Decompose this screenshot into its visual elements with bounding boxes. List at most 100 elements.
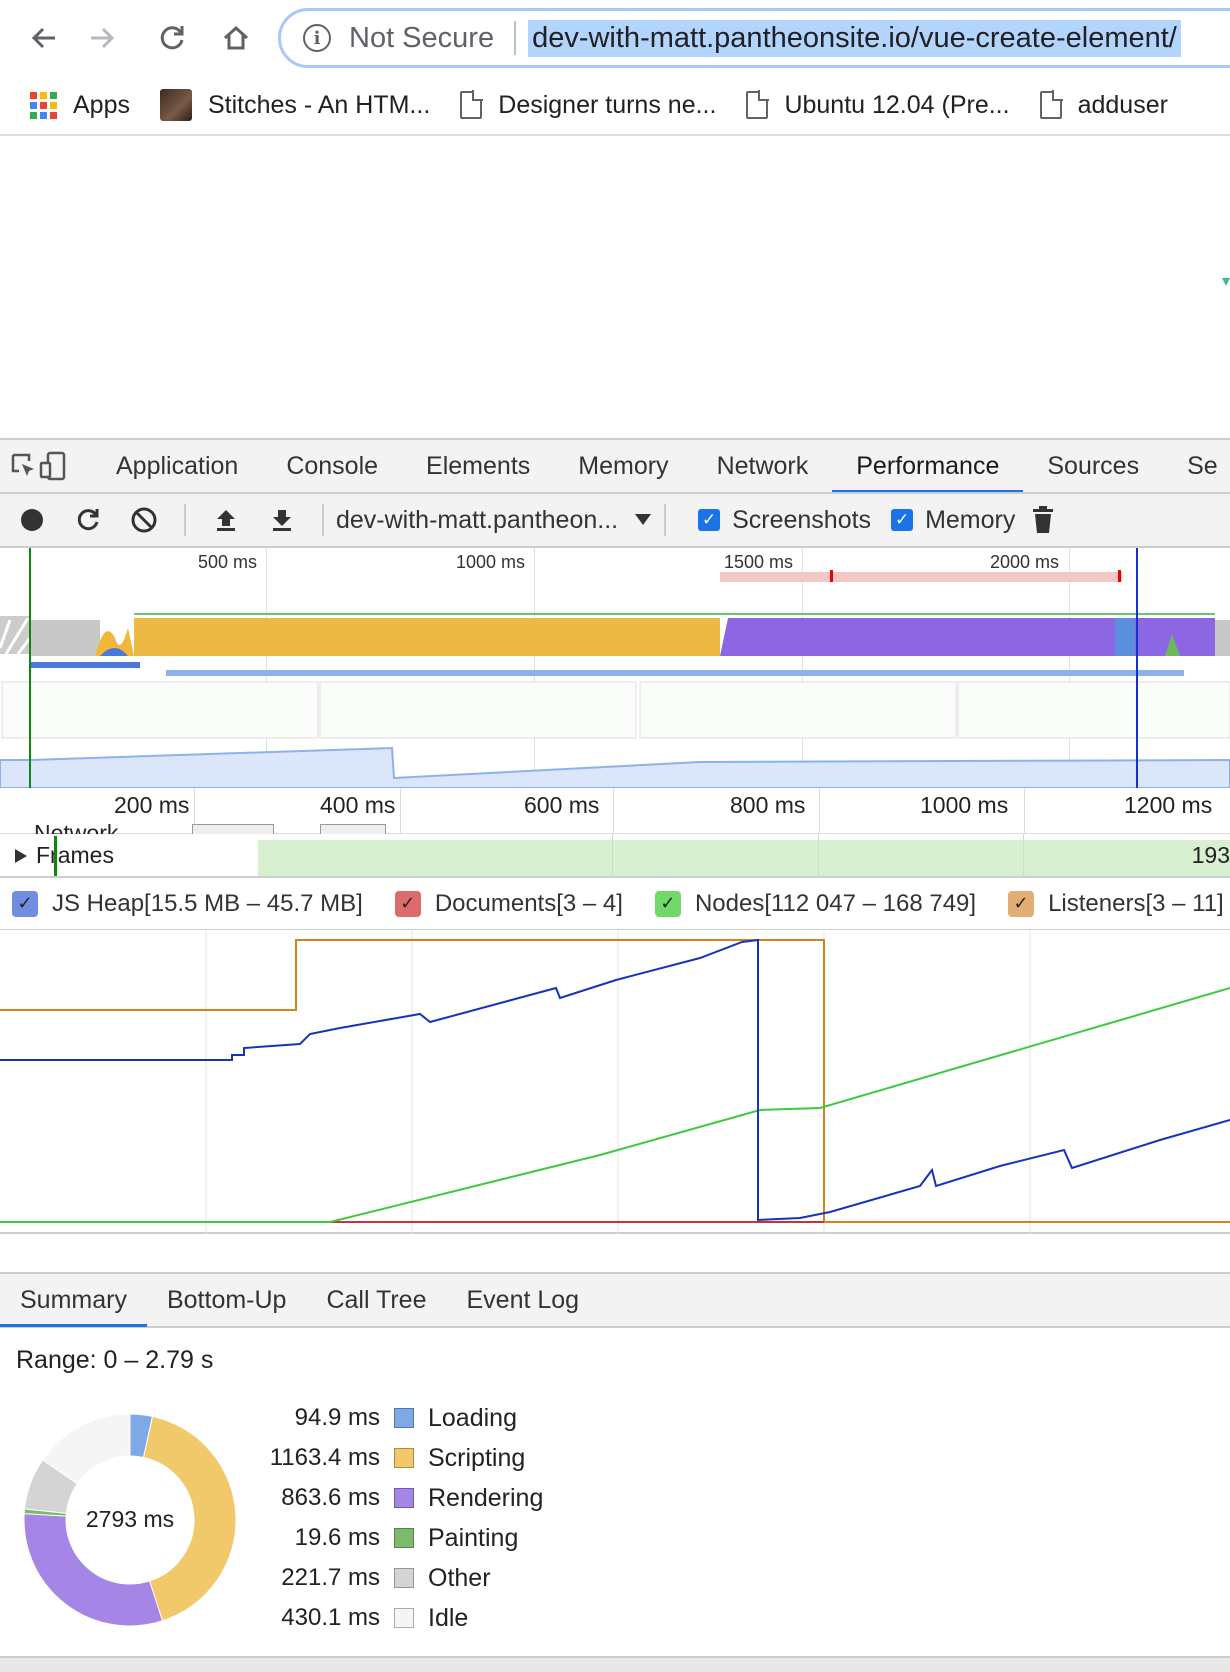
- inspect-element-button[interactable]: [10, 440, 38, 492]
- checkbox-checked-icon: ✓: [698, 509, 721, 531]
- frames-bar[interactable]: [258, 840, 1230, 876]
- bookmark-label: Apps: [73, 90, 130, 119]
- status-bar: [0, 1656, 1230, 1672]
- forward-arrow-icon: [91, 27, 115, 49]
- info-icon[interactable]: i: [303, 24, 331, 52]
- memory-counters-graph[interactable]: [0, 930, 1230, 1234]
- counter-label: JS Heap[15.5 MB – 45.7 MB]: [52, 889, 363, 917]
- collect-garbage-button[interactable]: [1015, 494, 1071, 546]
- counter-listeners[interactable]: ✓ Listeners[3 – 11]: [1008, 890, 1224, 918]
- tab-performance[interactable]: Performance: [832, 440, 1024, 492]
- counter-js-heap[interactable]: ✓ JS Heap[15.5 MB – 45.7 MB]: [12, 890, 363, 918]
- address-bar[interactable]: i Not Secure dev-with-matt.pantheonsite.…: [278, 8, 1230, 68]
- legend-value: 430.1 ms: [281, 1604, 380, 1631]
- back-button[interactable]: [20, 14, 68, 62]
- bookmark-apps[interactable]: Apps: [30, 91, 130, 120]
- tab-sources[interactable]: Sources: [1023, 440, 1163, 492]
- back-arrow-icon: [31, 27, 55, 49]
- tab-bottom-up[interactable]: Bottom-Up: [147, 1273, 306, 1327]
- bookmark-stitches[interactable]: Stitches - An HTM...: [159, 89, 430, 121]
- counters-chart: [0, 930, 1230, 1234]
- selection-start: [54, 836, 57, 876]
- legend-swatch: [394, 1608, 414, 1628]
- tab-network[interactable]: Network: [693, 440, 833, 492]
- device-toolbar-button[interactable]: [38, 440, 68, 492]
- tab-call-tree[interactable]: Call Tree: [306, 1273, 446, 1327]
- bookmark-ubuntu[interactable]: Ubuntu 12.04 (Pre...: [746, 90, 1010, 120]
- tab-event-log[interactable]: Event Log: [447, 1273, 600, 1327]
- forward-button[interactable]: [78, 14, 126, 62]
- download-icon: [273, 510, 291, 531]
- tab-memory[interactable]: Memory: [554, 440, 692, 492]
- tab-security[interactable]: Se: [1163, 440, 1230, 492]
- summary-legend: 94.9 ms Loading 1163.4 ms Scripting 863.…: [240, 1398, 544, 1638]
- document-icon: [1039, 90, 1063, 119]
- screenshots-label: Screenshots: [732, 505, 872, 534]
- frames-count: 193: [1191, 842, 1230, 868]
- frames-gridline: [818, 834, 819, 878]
- listeners-line: [0, 939, 1230, 1223]
- frames-gridline: [1023, 834, 1024, 878]
- reload-button[interactable]: [148, 14, 196, 62]
- tab-console[interactable]: Console: [262, 440, 402, 492]
- legend-value: 94.9 ms: [294, 1404, 380, 1431]
- browser-toolbar: i Not Secure dev-with-matt.pantheonsite.…: [0, 0, 1230, 76]
- bookmark-designer[interactable]: Designer turns ne...: [460, 90, 717, 120]
- details-tab-bar: Summary Bottom-Up Call Tree Event Log: [0, 1272, 1230, 1328]
- toolbar-divider: [322, 504, 324, 536]
- legend-swatch: [394, 1408, 414, 1428]
- network-track-peek[interactable]: Network: [14, 822, 414, 834]
- bookmark-adduser[interactable]: adduser: [1039, 90, 1168, 120]
- counter-label: Nodes[112 047 – 168 749]: [694, 889, 977, 917]
- bookmark-label: Ubuntu 12.04 (Pre...: [784, 90, 1010, 119]
- timeline-overview[interactable]: 500 ms 1000 ms 1500 ms 2000 ms: [0, 548, 1230, 788]
- range-label: Range: 0 – 2.79 s: [16, 1346, 214, 1374]
- home-button[interactable]: [212, 14, 260, 62]
- screenshots-checkbox[interactable]: ✓ Screenshots: [698, 506, 871, 535]
- cpu-scripting: [134, 618, 720, 656]
- fps-marker: [1118, 570, 1121, 582]
- ruler-gridline: [819, 788, 820, 834]
- clear-button[interactable]: [116, 494, 172, 546]
- tab-application[interactable]: Application: [92, 440, 262, 492]
- legend-value: 221.7 ms: [281, 1564, 380, 1591]
- avatar-thumbnail: [159, 89, 192, 121]
- network-bar: [30, 662, 140, 668]
- legend-row-rendering: 863.6 ms Rendering: [240, 1478, 543, 1518]
- cpu-other: [30, 620, 100, 656]
- fps-marker: [830, 570, 833, 582]
- bookmark-label: Designer turns ne...: [498, 90, 717, 119]
- legend-swatch: [394, 1448, 414, 1468]
- ruler-tick: 800 ms: [730, 792, 806, 818]
- frames-track[interactable]: Frames 193: [0, 834, 1230, 878]
- load-profile-button[interactable]: [198, 494, 254, 546]
- tab-summary[interactable]: Summary: [0, 1273, 147, 1327]
- profile-select-value: dev-with-matt.pantheon...: [336, 505, 619, 534]
- document-icon: [746, 90, 770, 119]
- reload-profile-button[interactable]: [60, 494, 116, 546]
- screenshot-frame: [957, 681, 1230, 739]
- legend-row-loading: 94.9 ms Loading: [240, 1398, 543, 1438]
- memory-checkbox[interactable]: ✓ Memory: [891, 506, 1015, 535]
- device-mode-icon: [39, 451, 66, 481]
- legend-row-painting: 19.6 ms Painting: [240, 1518, 543, 1558]
- bookmark-label: adduser: [1077, 90, 1168, 119]
- network-track-label: Network: [34, 822, 118, 834]
- tab-elements[interactable]: Elements: [402, 440, 554, 492]
- legend-value: 1163.4 ms: [269, 1444, 380, 1471]
- legend-name: Painting: [428, 1523, 519, 1552]
- document-icon: [460, 90, 484, 119]
- summary-donut-chart: 2793 ms: [18, 1408, 242, 1632]
- legend-name: Idle: [428, 1603, 469, 1632]
- clear-icon: [131, 507, 157, 533]
- profile-select[interactable]: dev-with-matt.pantheon...: [336, 506, 652, 535]
- page-viewport: [0, 138, 1230, 438]
- counter-documents[interactable]: ✓ Documents[3 – 4]: [394, 890, 623, 918]
- counter-nodes[interactable]: ✓ Nodes[112 047 – 168 749]: [654, 889, 977, 918]
- omnibox-separator: [514, 21, 517, 55]
- expand-triangle-icon[interactable]: [14, 848, 28, 864]
- toolbar-divider: [664, 504, 667, 536]
- record-button[interactable]: [4, 494, 60, 546]
- url-text[interactable]: dev-with-matt.pantheonsite.io/vue-create…: [528, 19, 1181, 57]
- save-profile-button[interactable]: [254, 494, 310, 546]
